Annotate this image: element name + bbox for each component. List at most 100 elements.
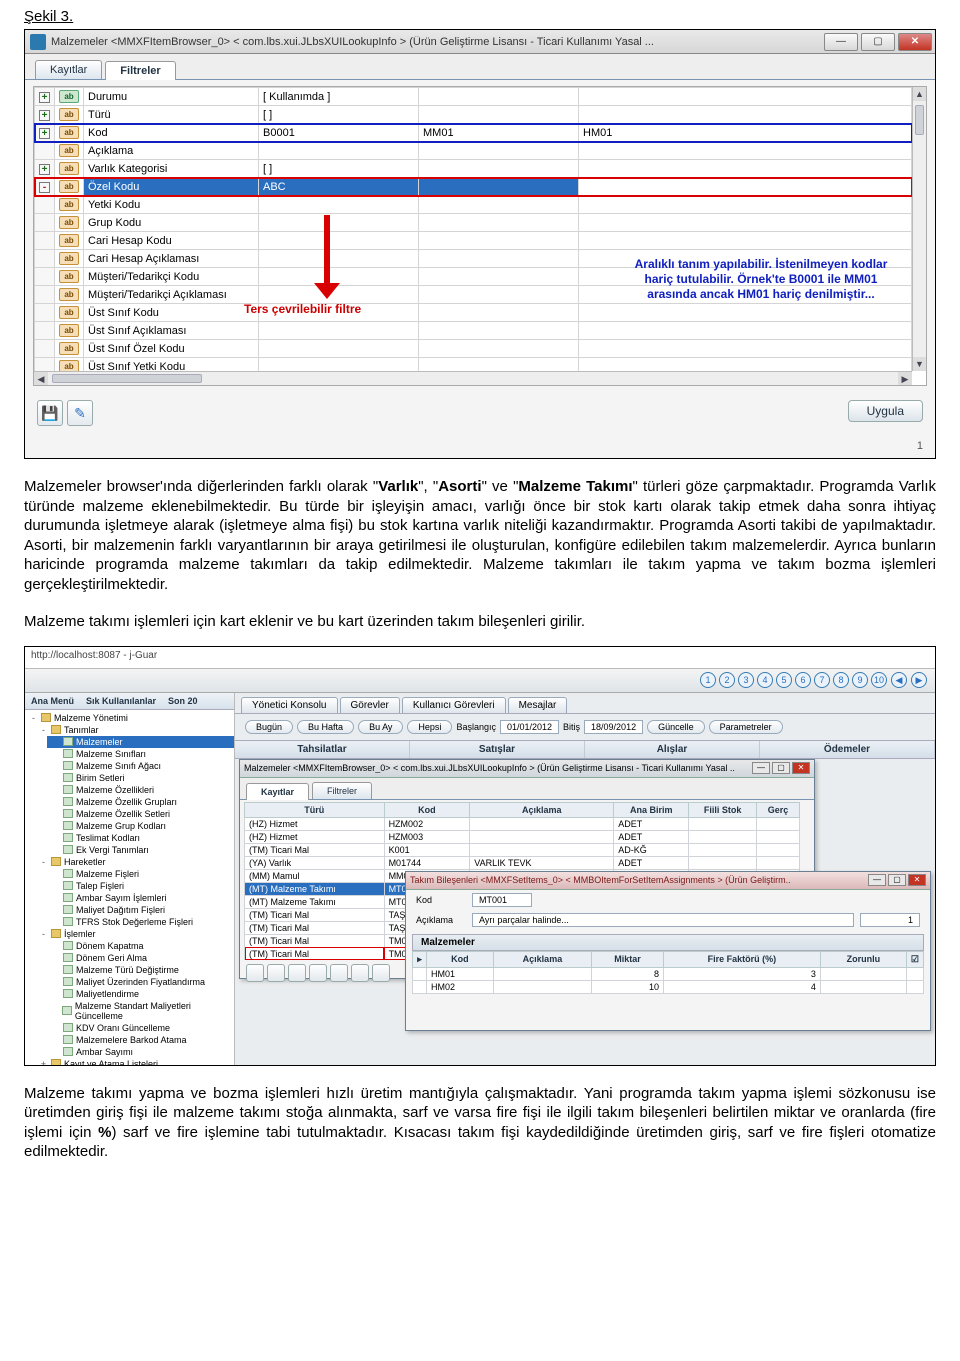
tree-node[interactable]: Talep Fişleri [47, 880, 234, 892]
expand-icon[interactable]: + [39, 110, 50, 121]
page-number-circle[interactable]: 10 [871, 672, 887, 688]
col-turu[interactable]: Türü [245, 802, 385, 817]
collapse-icon[interactable]: - [39, 929, 48, 939]
pill-bugun[interactable]: Bugün [245, 720, 293, 734]
filter-value-2[interactable] [419, 304, 579, 322]
maximize-button[interactable]: ▢ [861, 33, 895, 51]
filter-value-2[interactable] [419, 232, 579, 250]
col-check[interactable]: ☑ [906, 951, 923, 967]
table-row[interactable]: HM02104 [413, 980, 924, 993]
filter-value-3[interactable] [579, 304, 912, 322]
filter-value-2[interactable] [419, 178, 579, 196]
filter-value-3[interactable] [579, 340, 912, 358]
tab-gorevler[interactable]: Görevler [340, 697, 400, 713]
field-kod[interactable]: MT001 [472, 893, 532, 907]
scroll-thumb-h[interactable] [52, 374, 202, 383]
expand-icon[interactable]: + [39, 164, 50, 175]
expand-cell[interactable] [35, 286, 55, 304]
filter-value-3[interactable] [579, 178, 912, 196]
tree-node[interactable]: Malzeme Türü Değiştirme [47, 964, 234, 976]
pill-parametreler[interactable]: Parametreler [709, 720, 783, 734]
expand-cell[interactable]: + [35, 160, 55, 178]
scroll-thumb[interactable] [915, 105, 924, 135]
sidebar-tab-son20[interactable]: Son 20 [168, 696, 198, 706]
grid-action-icon[interactable] [372, 964, 390, 982]
filter-value-2[interactable] [419, 196, 579, 214]
collapse-icon[interactable]: - [39, 857, 48, 867]
tree-node[interactable]: -Hareketler [35, 856, 234, 868]
tree-node[interactable]: Teslimat Kodları [47, 832, 234, 844]
page-number-circle[interactable]: 4 [757, 672, 773, 688]
filter-value-1[interactable]: B0001 [259, 124, 419, 142]
filter-value-1[interactable]: [ Kullanımda ] [259, 88, 419, 106]
inner2-maximize[interactable]: ▢ [888, 874, 906, 886]
close-button[interactable]: ✕ [898, 33, 932, 51]
horizontal-scrollbar[interactable]: ◀ ▶ [34, 371, 912, 385]
field-qty[interactable]: 1 [860, 913, 920, 927]
page-number-circle[interactable]: 7 [814, 672, 830, 688]
tab-kayitlar[interactable]: Kayıtlar [35, 60, 102, 79]
filter-grid[interactable]: + ab Durumu [ Kullanımda ] + ab Türü [ ]… [34, 87, 912, 376]
grid-action-icon[interactable] [267, 964, 285, 982]
collapse-icon[interactable]: - [29, 713, 38, 723]
filter-value-3[interactable] [579, 142, 912, 160]
expand-cell[interactable] [35, 232, 55, 250]
expand-cell[interactable]: + [35, 124, 55, 142]
save-icon[interactable]: 💾 [37, 400, 63, 426]
tab-kullanici-gorevleri[interactable]: Kullanıcı Görevleri [402, 697, 506, 713]
expand-cell[interactable] [35, 142, 55, 160]
inner-close[interactable]: ✕ [792, 762, 810, 774]
page-number-circle[interactable]: 8 [833, 672, 849, 688]
field-aciklama[interactable]: Ayrı parçalar halinde... [472, 913, 854, 927]
pill-buhafta[interactable]: Bu Hafta [297, 720, 354, 734]
tree-node[interactable]: Malzeme Grup Kodları [47, 820, 234, 832]
tree-node[interactable]: Malzeme Fişleri [47, 868, 234, 880]
col-fire[interactable]: Fire Faktörü (%) [663, 951, 820, 967]
date-start[interactable]: 01/01/2012 [500, 720, 559, 734]
tree-node[interactable]: TFRS Stok Değerleme Fişleri [47, 916, 234, 928]
options-icon[interactable]: ✎ [67, 400, 93, 426]
scroll-right-icon[interactable]: ▶ [898, 372, 912, 385]
filter-value-1[interactable] [259, 322, 419, 340]
filter-value-2[interactable]: MM01 [419, 124, 579, 142]
tree-node[interactable]: Ambar Sayımı [47, 1046, 234, 1058]
inner-maximize[interactable]: ▢ [772, 762, 790, 774]
tree-node[interactable]: Malzeme Özellikleri [47, 784, 234, 796]
tree-node[interactable]: Ek Vergi Tanımları [47, 844, 234, 856]
filter-value-3[interactable] [579, 322, 912, 340]
sidebar-tab-ana-menu[interactable]: Ana Menü [31, 696, 74, 706]
vertical-scrollbar[interactable]: ▲ ▼ [912, 87, 926, 371]
col-aciklama[interactable]: Açıklama [493, 951, 591, 967]
tree-node[interactable]: Ambar Sayım İşlemleri [47, 892, 234, 904]
tab-filtreler[interactable]: Filtreler [105, 61, 175, 80]
inner2-close[interactable]: ✕ [908, 874, 926, 886]
col-toggle[interactable]: ▸ [413, 951, 427, 967]
col-zorunlu[interactable]: Zorunlu [820, 951, 906, 967]
col-miktar[interactable]: Miktar [592, 951, 664, 967]
filter-value-2[interactable] [419, 268, 579, 286]
grid-action-icon[interactable] [246, 964, 264, 982]
page-number-circle[interactable]: 2 [719, 672, 735, 688]
expand-cell[interactable] [35, 268, 55, 286]
expand-cell[interactable] [35, 304, 55, 322]
inner-grid-bilesenler[interactable]: ▸KodAçıklamaMiktarFire Faktörü (%)Zorunl… [412, 951, 924, 994]
table-row[interactable]: (HZ) HizmetHZM002ADET [245, 817, 800, 830]
filter-value-1[interactable]: [ ] [259, 160, 419, 178]
tree-node[interactable]: Malzeme Özellik Setleri [47, 808, 234, 820]
pill-buay[interactable]: Bu Ay [358, 720, 403, 734]
filter-value-3[interactable] [579, 88, 912, 106]
tree-node[interactable]: -Tanımlar [35, 724, 234, 736]
expand-icon[interactable]: + [39, 92, 50, 103]
filter-value-3[interactable] [579, 160, 912, 178]
tree-node[interactable]: Maliyetlendirme [47, 988, 234, 1000]
tree-node[interactable]: -Malzeme Yönetimi [25, 712, 234, 724]
pill-guncelle[interactable]: Güncelle [647, 720, 705, 734]
filter-value-2[interactable] [419, 142, 579, 160]
tree-node[interactable]: KDV Oranı Güncelleme [47, 1022, 234, 1034]
col-gerc[interactable]: Gerç [756, 802, 799, 817]
expand-cell[interactable] [35, 322, 55, 340]
filter-value-1[interactable] [259, 142, 419, 160]
inner-tab-kayitlar[interactable]: Kayıtlar [246, 783, 309, 800]
page-number-circle[interactable]: 9 [852, 672, 868, 688]
page-number-circle[interactable]: 5 [776, 672, 792, 688]
